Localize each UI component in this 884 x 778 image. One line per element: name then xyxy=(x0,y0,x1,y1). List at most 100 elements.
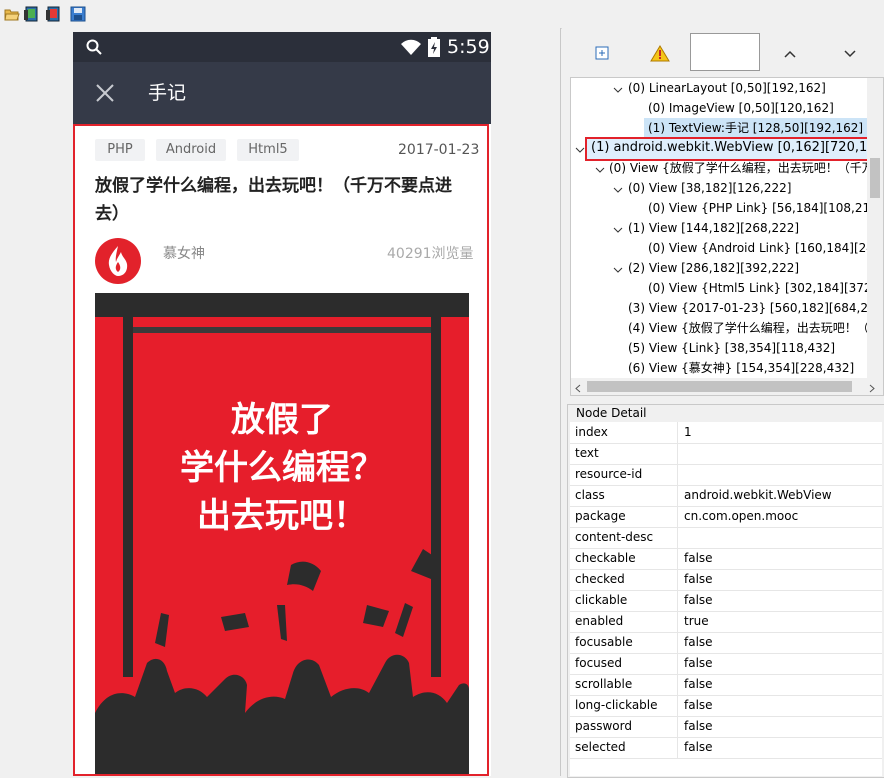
tag-android[interactable]: Android xyxy=(156,139,226,161)
detail-value: false xyxy=(684,635,713,649)
device-screenshot-icon[interactable] xyxy=(24,6,40,22)
detail-key: long-clickable xyxy=(575,698,658,712)
detail-row: resource-id xyxy=(570,464,882,486)
tree-node[interactable]: (0) View {Html5 Link} [302,184][372,216] xyxy=(648,278,883,298)
node-detail-legend: Node Detail xyxy=(574,405,649,421)
collapse-arrow-icon[interactable] xyxy=(613,224,623,234)
detail-key: resource-id xyxy=(575,467,643,481)
detail-key: index xyxy=(575,425,608,439)
status-bar: 5:59 xyxy=(73,32,491,62)
tree-node[interactable]: (6) View {慕女神} [154,354][228,432] xyxy=(628,358,854,378)
collapse-arrow-icon[interactable] xyxy=(595,164,605,174)
banner-line-3: 出去玩吧！ xyxy=(197,496,367,536)
detail-row: focused false xyxy=(570,653,882,675)
status-time: 5:59 xyxy=(447,36,490,58)
detail-row: scrollable false xyxy=(570,674,882,696)
detail-key: checkable xyxy=(575,551,636,565)
tree-node[interactable]: (4) View {放假了学什么编程，出去玩吧！（千万 xyxy=(628,318,883,338)
tree-node[interactable]: (0) ImageView [0,50][120,162] xyxy=(648,98,834,118)
device-screen[interactable]: 5:59 手记 PHP Android Html5 2017-01-23 放假了… xyxy=(73,32,491,776)
detail-value: false xyxy=(684,656,713,670)
detail-key: focusable xyxy=(575,635,633,649)
banner-text: 放假了 学什么编程？ 出去玩吧！ xyxy=(95,396,469,540)
tree-node[interactable]: (0) View {Android Link} [160,184][248,21 xyxy=(648,238,883,258)
detail-value: android.webkit.WebView xyxy=(684,488,832,502)
hierarchy-tree[interactable]: (0) LinearLayout [0,50][192,162] (0) Ima… xyxy=(570,77,884,396)
chevron-down-icon[interactable] xyxy=(834,38,866,68)
warning-icon[interactable] xyxy=(644,38,676,68)
collapse-arrow-icon[interactable] xyxy=(613,264,623,274)
detail-value: 1 xyxy=(684,425,692,439)
detail-value: false xyxy=(684,593,713,607)
collapse-arrow-icon[interactable] xyxy=(575,144,585,154)
detail-row: long-clickable false xyxy=(570,695,882,717)
search-icon xyxy=(86,39,102,58)
detail-key: package xyxy=(575,509,626,523)
tree-horizontal-scrollbar[interactable] xyxy=(571,378,883,395)
detail-row: checkable false xyxy=(570,548,882,570)
detail-key: checked xyxy=(575,572,625,586)
detail-row: enabled true xyxy=(570,611,882,633)
save-icon[interactable] xyxy=(70,6,86,22)
detail-value: true xyxy=(684,614,709,628)
view-count: 40291浏览量 xyxy=(387,246,474,262)
detail-row: focusable false xyxy=(570,632,882,654)
tag-html5[interactable]: Html5 xyxy=(237,139,299,161)
detail-row: index 1 xyxy=(570,422,882,444)
tag-php[interactable]: PHP xyxy=(95,139,145,161)
detail-key: clickable xyxy=(575,593,628,607)
author-name[interactable]: 慕女神 xyxy=(163,244,205,264)
detail-key: content-desc xyxy=(575,530,654,544)
tree-node[interactable]: (2) View [286,182][392,222] xyxy=(628,258,799,278)
detail-key: class xyxy=(575,488,605,502)
detail-row: content-desc xyxy=(570,527,882,549)
detail-value: false xyxy=(684,740,713,754)
chevron-up-icon[interactable] xyxy=(774,38,806,68)
tree-vertical-scrollbar[interactable] xyxy=(867,78,883,378)
detail-row: class android.webkit.WebView xyxy=(570,485,882,507)
battery-icon xyxy=(428,37,440,60)
detail-row: selected false xyxy=(570,737,882,759)
article-banner-image: 放假了 学什么编程？ 出去玩吧！ xyxy=(95,293,469,776)
toolbar xyxy=(0,0,884,29)
detail-value: false xyxy=(684,677,713,691)
author-avatar[interactable] xyxy=(95,238,141,287)
scroll-left-icon[interactable] xyxy=(574,382,582,395)
article-title-line-2: 去） xyxy=(95,204,129,224)
banner-line-2: 学什么编程？ xyxy=(180,448,384,488)
tree-node[interactable]: (5) View {Link} [38,354][118,432] xyxy=(628,338,835,358)
tree-node[interactable]: (0) View {PHP Link} [56,184][108,216] xyxy=(648,198,882,218)
tree-node[interactable]: (3) View {2017-01-23} [560,182][684,222] xyxy=(628,298,883,318)
detail-row: text xyxy=(570,443,882,465)
banner-line-1: 放假了 xyxy=(231,400,333,440)
collapse-arrow-icon[interactable] xyxy=(613,184,623,194)
collapse-arrow-icon[interactable] xyxy=(613,84,623,94)
scroll-right-icon[interactable] xyxy=(868,382,876,395)
article-title-line-1: 放假了学什么编程，出去玩吧！（千万不要点进 xyxy=(95,176,452,196)
tree-scroll-thumb[interactable] xyxy=(870,158,880,198)
detail-key: scrollable xyxy=(575,677,633,691)
tree-node[interactable]: (0) LinearLayout [0,50][192,162] xyxy=(628,78,826,98)
detail-row: checked false xyxy=(570,569,882,591)
tree-node[interactable]: (1) TextView:手记 [128,50][192,162] xyxy=(644,118,868,138)
appbar-title: 手记 xyxy=(148,82,187,104)
tree-node[interactable]: (0) View [38,182][126,222] xyxy=(628,178,791,198)
device-screenshot-compressed-icon[interactable] xyxy=(46,6,62,22)
expand-all-button[interactable] xyxy=(586,38,618,68)
detail-value: false xyxy=(684,698,713,712)
detail-key: text xyxy=(575,446,599,460)
detail-key: enabled xyxy=(575,614,624,628)
article-title: 放假了学什么编程，出去玩吧！（千万不要点进 去） xyxy=(95,172,475,228)
tree-node[interactable]: (0) View {放假了学什么编程，出去玩吧！（千万不 xyxy=(609,158,883,178)
detail-value: cn.com.open.mooc xyxy=(684,509,799,523)
detail-row: clickable false xyxy=(570,590,882,612)
detail-row: password false xyxy=(570,716,882,738)
detail-key: selected xyxy=(575,740,626,754)
close-icon[interactable] xyxy=(96,84,114,105)
app-bar: 手记 xyxy=(73,62,491,124)
search-field[interactable] xyxy=(690,33,760,71)
open-folder-icon[interactable] xyxy=(4,6,20,22)
tree-node[interactable]: (1) View [144,182][268,222] xyxy=(628,218,799,238)
article-date: 2017-01-23 xyxy=(398,142,480,158)
tree-h-scroll-thumb[interactable] xyxy=(587,381,852,392)
